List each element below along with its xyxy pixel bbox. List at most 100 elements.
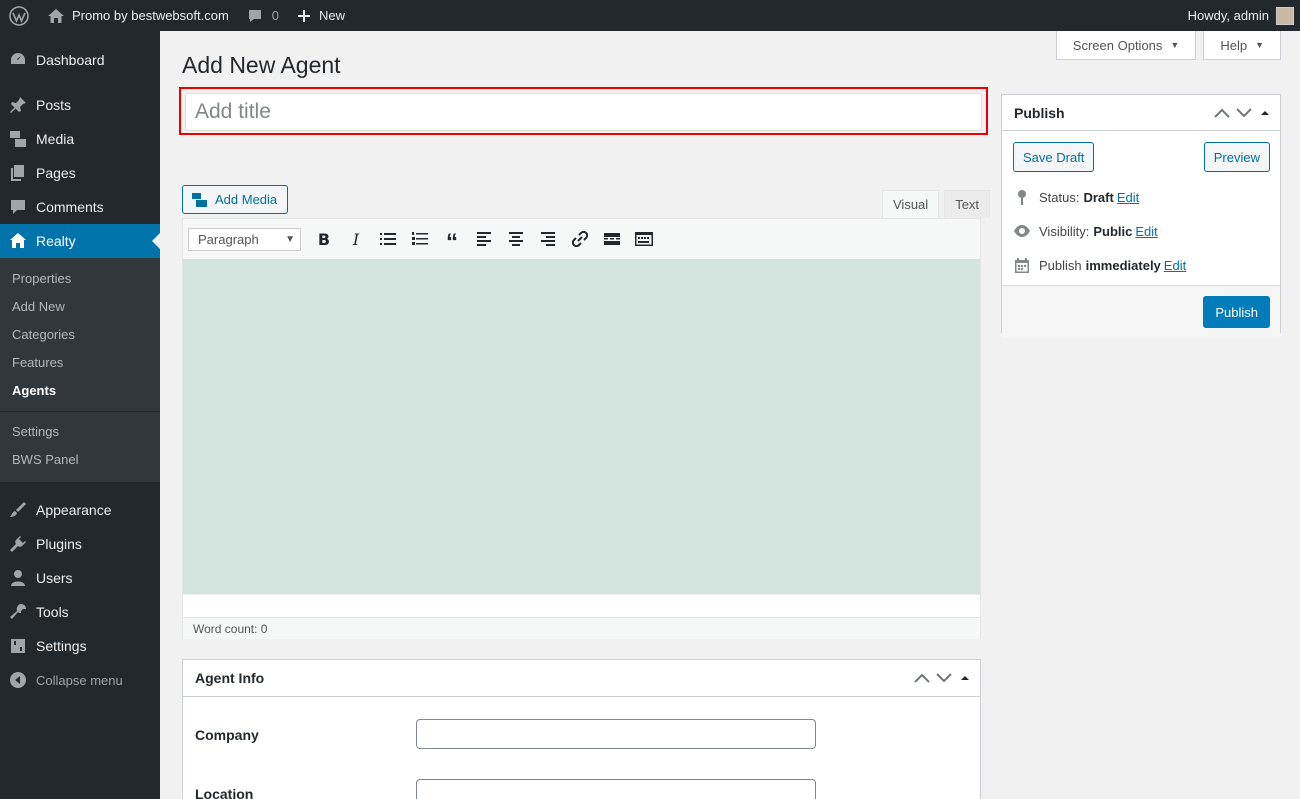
chevron-up-icon[interactable] xyxy=(1214,108,1230,118)
sidebar-item-appearance[interactable]: Appearance xyxy=(0,493,160,527)
status-edit-link[interactable]: Edit xyxy=(1117,190,1139,205)
align-right-icon[interactable] xyxy=(532,224,564,254)
pages-icon xyxy=(8,163,28,183)
publish-actions: Publish xyxy=(1002,285,1280,338)
agent-info-heading: Agent Info xyxy=(195,670,265,686)
visibility-row: Visibility: Public Edit xyxy=(1002,214,1280,248)
plus-icon xyxy=(298,9,311,22)
visibility-edit-link[interactable]: Edit xyxy=(1135,224,1157,239)
home-icon xyxy=(48,8,64,23)
admin-sidebar: Dashboard Posts Media Pages Comments Rea… xyxy=(0,31,160,799)
caret-down-icon: ▼ xyxy=(1170,40,1180,50)
collapse-toggle-icon[interactable] xyxy=(1258,108,1272,118)
align-left-icon[interactable] xyxy=(468,224,500,254)
sidebar-item-pages[interactable]: Pages xyxy=(0,156,160,190)
sidebar-item-plugins[interactable]: Plugins xyxy=(0,527,160,561)
toolbar-toggle-icon[interactable] xyxy=(628,224,660,254)
save-draft-button[interactable]: Save Draft xyxy=(1013,142,1095,172)
company-input[interactable] xyxy=(416,719,816,749)
publish-button[interactable]: Publish xyxy=(1203,296,1270,328)
submenu-item-agents[interactable]: Agents xyxy=(0,377,160,405)
wrench-icon xyxy=(8,602,28,622)
submenu-item-settings[interactable]: Settings xyxy=(0,418,160,446)
realty-submenu: Properties Add New Categories Features A… xyxy=(0,258,160,482)
sidebar-item-tools[interactable]: Tools xyxy=(0,595,160,629)
submenu-item-features[interactable]: Features xyxy=(0,349,160,377)
chevron-down-icon[interactable] xyxy=(1236,107,1252,118)
collapse-menu-label: Collapse menu xyxy=(36,672,123,688)
submenu-item-bws-panel[interactable]: BWS Panel xyxy=(0,446,160,474)
sidebar-item-label: Dashboard xyxy=(36,52,105,68)
calendar-icon xyxy=(1013,257,1031,273)
publish-date-label: Publish xyxy=(1039,257,1082,273)
bullet-list-icon[interactable] xyxy=(372,224,404,254)
chevron-down-icon[interactable] xyxy=(936,673,952,683)
title-highlight-box xyxy=(179,87,988,135)
tab-visual[interactable]: Visual xyxy=(882,190,940,218)
tab-text[interactable]: Text xyxy=(944,190,991,218)
sidebar-item-posts[interactable]: Posts xyxy=(0,88,160,122)
italic-icon[interactable]: I xyxy=(340,224,372,254)
numbered-list-icon[interactable] xyxy=(404,224,436,254)
format-select[interactable]: Paragraph ▼ xyxy=(188,227,301,251)
sidebar-item-label: Tools xyxy=(36,604,69,620)
bold-icon[interactable]: B xyxy=(308,224,340,254)
publish-date-value: immediately xyxy=(1085,257,1161,273)
media-icon xyxy=(192,192,207,207)
editor-toolbar: Paragraph ▼ B I “ xyxy=(183,219,980,260)
sidebar-item-users[interactable]: Users xyxy=(0,561,160,595)
submenu-separator xyxy=(0,411,160,412)
wordpress-logo-icon[interactable] xyxy=(0,0,38,31)
page-title: Add New Agent xyxy=(182,52,341,78)
add-media-label: Add Media xyxy=(215,192,278,207)
sidebar-item-comments[interactable]: Comments xyxy=(0,190,160,224)
collapse-toggle-icon[interactable] xyxy=(958,673,972,683)
location-input[interactable] xyxy=(416,779,816,799)
align-center-icon[interactable] xyxy=(500,224,532,254)
sidebar-item-label: Plugins xyxy=(36,536,82,552)
content-editor: Paragraph ▼ B I “ Word count: 0 xyxy=(182,218,981,639)
new-label: New xyxy=(319,8,346,23)
comments-count: 0 xyxy=(271,8,280,23)
comments-icon xyxy=(8,197,28,217)
blockquote-icon[interactable]: “ xyxy=(436,224,468,256)
sidebar-item-settings[interactable]: Settings xyxy=(0,629,160,663)
chevron-up-icon[interactable] xyxy=(914,673,930,683)
sidebar-item-media[interactable]: Media xyxy=(0,122,160,156)
help-button[interactable]: Help ▼ xyxy=(1203,31,1281,60)
account-menu[interactable]: Howdy, admin xyxy=(1179,0,1300,31)
collapse-arrow-icon xyxy=(8,670,28,690)
howdy-text: Howdy, admin xyxy=(1187,8,1269,23)
sidebar-item-label: Users xyxy=(36,570,73,586)
status-value: Draft xyxy=(1083,189,1114,205)
media-icon xyxy=(8,129,28,149)
submenu-item-properties[interactable]: Properties xyxy=(0,265,160,293)
plugin-icon xyxy=(8,534,28,554)
site-name: Promo by bestwebsoft.com xyxy=(72,8,229,23)
screen-options-button[interactable]: Screen Options ▼ xyxy=(1055,31,1197,60)
submenu-item-add-new[interactable]: Add New xyxy=(0,293,160,321)
title-input[interactable] xyxy=(185,93,982,131)
sidebar-item-dashboard[interactable]: Dashboard xyxy=(0,43,160,77)
settings-icon xyxy=(8,636,28,656)
submenu-item-categories[interactable]: Categories xyxy=(0,321,160,349)
add-media-button[interactable]: Add Media xyxy=(182,185,289,214)
company-label: Company xyxy=(195,727,259,743)
brush-icon xyxy=(8,500,28,520)
status-label: Status: xyxy=(1039,189,1080,205)
caret-down-icon: ▼ xyxy=(1255,40,1264,50)
screen-meta-links: Screen Options ▼ Help ▼ xyxy=(1055,31,1281,60)
editor-content-area[interactable] xyxy=(183,260,980,595)
preview-button[interactable]: Preview xyxy=(1203,142,1270,172)
editor-resize-area xyxy=(183,595,980,617)
home-icon xyxy=(8,231,28,251)
comments-link[interactable]: 0 xyxy=(238,0,288,31)
sidebar-item-realty[interactable]: Realty xyxy=(0,224,160,258)
link-icon[interactable] xyxy=(564,224,596,254)
collapse-menu-button[interactable]: Collapse menu xyxy=(0,663,160,697)
new-content-link[interactable]: New xyxy=(288,0,354,31)
admin-bar: Promo by bestwebsoft.com 0 New Howdy, ad… xyxy=(0,0,1300,31)
read-more-icon[interactable] xyxy=(596,224,628,254)
site-name-link[interactable]: Promo by bestwebsoft.com xyxy=(38,0,238,31)
publish-date-edit-link[interactable]: Edit xyxy=(1164,258,1186,273)
